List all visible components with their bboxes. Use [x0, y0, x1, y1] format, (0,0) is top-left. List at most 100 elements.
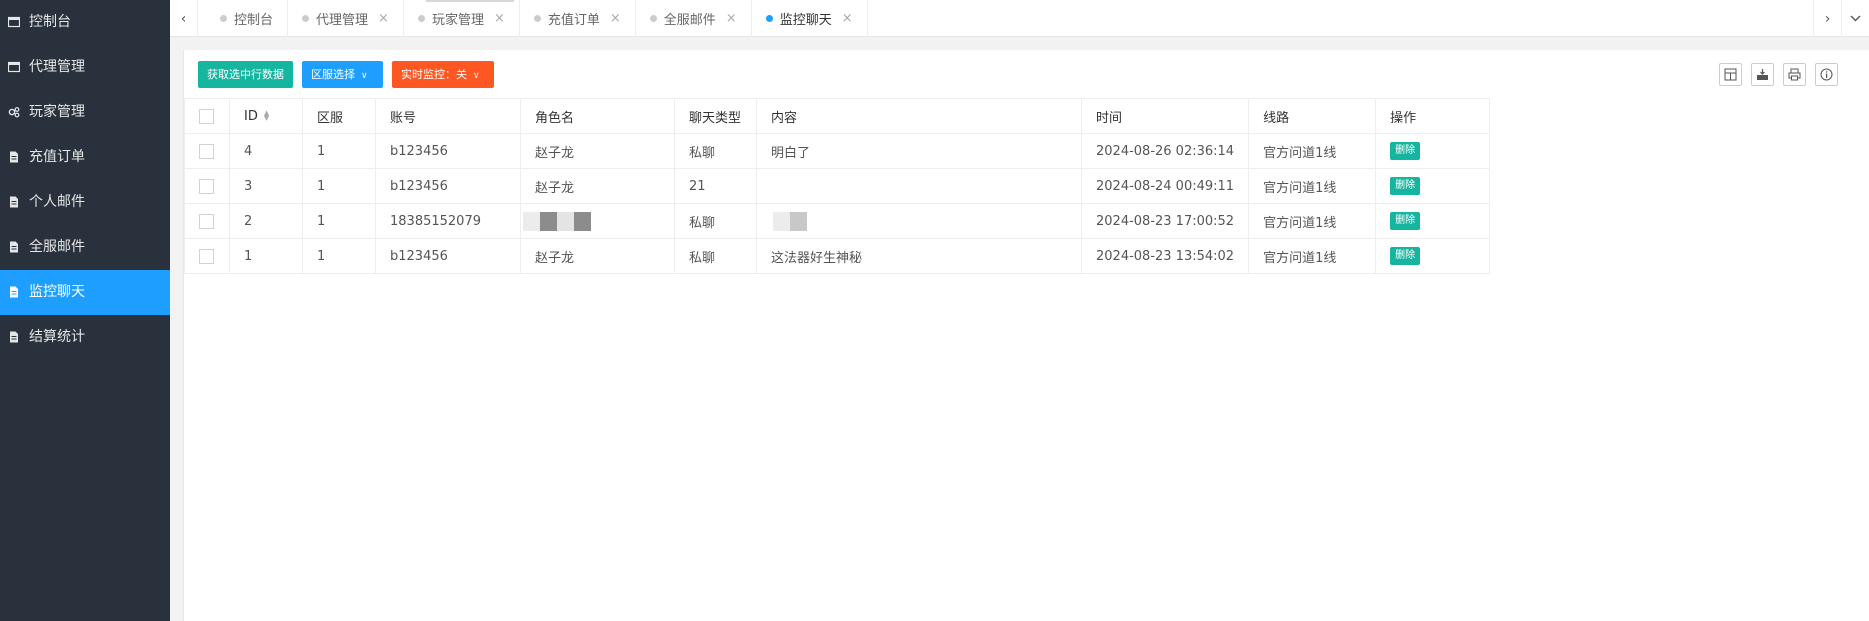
cell-chat-type: 21: [674, 168, 757, 204]
tab-agents[interactable]: 代理管理 ×: [288, 0, 404, 37]
cell-server: 1: [302, 238, 376, 274]
sidebar-item-personal-mail[interactable]: 个人邮件: [0, 180, 170, 225]
delete-button[interactable]: 删除: [1390, 177, 1421, 195]
file-icon: [8, 286, 20, 298]
row-select-cell: [184, 133, 230, 169]
tab-console[interactable]: 控制台: [206, 0, 289, 37]
sidebar-item-chat-monitor[interactable]: 监控聊天: [0, 270, 170, 315]
select-all-checkbox[interactable]: [199, 108, 214, 124]
info-icon[interactable]: [1815, 63, 1838, 86]
cell-content: 明白了: [756, 133, 1082, 169]
tab-dot-icon: [220, 15, 227, 22]
row-checkbox[interactable]: [199, 213, 214, 229]
row-select-cell: [184, 203, 230, 239]
delete-button[interactable]: 删除: [1390, 212, 1421, 230]
sidebar-item-server-mail[interactable]: 全服邮件: [0, 225, 170, 270]
close-icon[interactable]: ×: [610, 11, 621, 26]
header-id[interactable]: ID ▲ ▼: [229, 98, 303, 134]
sidebar-item-agents[interactable]: 代理管理: [0, 45, 170, 90]
cell-server: 1: [302, 203, 376, 239]
cell-action: 删除: [1375, 168, 1491, 204]
table-toolbar: 获取选中行数据 区服选择 ∨ 实时监控：关 ∨: [184, 50, 1869, 98]
server-select-label: 区服选择: [311, 68, 355, 81]
cell-line: 官方问道1线: [1248, 168, 1377, 204]
chevron-down-icon: ∨: [361, 71, 368, 81]
select-all-cell: [184, 98, 230, 134]
chevron-down-icon: [1850, 15, 1861, 22]
columns-filter-icon[interactable]: [1719, 63, 1742, 86]
tab-chat-monitor[interactable]: 监控聊天 ×: [752, 0, 868, 37]
row-checkbox[interactable]: [199, 248, 214, 264]
cell-server: 1: [302, 168, 376, 204]
cell-content: 这法器好生神秘: [756, 238, 1082, 274]
sidebar: 控制台 代理管理 玩家管理 充值订单 个人邮件 全服邮件 监控聊天 结算统计: [0, 0, 170, 621]
pixelated-mask: [523, 211, 540, 231]
close-icon[interactable]: ×: [494, 11, 505, 26]
header-server: 区服: [302, 98, 376, 134]
cell-content: [756, 203, 1082, 239]
tab-dot-icon: [649, 15, 657, 22]
table-row: 1 1 b123456 赵子龙 私聊 这法器好生神秘 2024-08-23 13…: [184, 238, 1491, 274]
table-header-row: ID ▲ ▼ 区服 账号 角色名 聊天类型 内容 时间 线路 操作: [184, 98, 1491, 134]
cell-server: 1: [302, 133, 376, 169]
cell-role-name: [520, 203, 675, 239]
cell-id: 4: [229, 133, 303, 169]
delete-button[interactable]: 删除: [1390, 247, 1421, 265]
cell-chat-type: 私聊: [674, 238, 757, 274]
sidebar-item-settlement-stats[interactable]: 结算统计: [0, 315, 170, 360]
cell-account: b123456: [375, 133, 521, 169]
gears-icon: [8, 106, 20, 118]
row-checkbox[interactable]: [199, 143, 214, 159]
tab-dot-icon: [533, 15, 541, 22]
sidebar-item-label: 玩家管理: [29, 104, 85, 120]
pixelated-mask: [557, 211, 574, 231]
tab-recharge-orders[interactable]: 充值订单 ×: [520, 0, 636, 37]
delete-button[interactable]: 删除: [1390, 142, 1421, 160]
sidebar-item-label: 代理管理: [29, 59, 85, 75]
chevron-down-icon: ∨: [473, 71, 480, 81]
tab-list: 控制台 代理管理 × 玩家管理 × 充值订单 × 全服邮件 × 监控聊天 ×: [206, 0, 868, 37]
cell-line: 官方问道1线: [1248, 133, 1377, 169]
cell-action: 删除: [1375, 238, 1491, 274]
tabs-scroll-right-button[interactable]: ›: [1813, 0, 1841, 37]
sidebar-item-players[interactable]: 玩家管理: [0, 90, 170, 135]
cell-id: 2: [229, 203, 303, 239]
row-checkbox[interactable]: [199, 178, 214, 194]
tab-dot-icon: [417, 15, 425, 22]
header-action: 操作: [1375, 98, 1491, 134]
cell-line: 官方问道1线: [1248, 203, 1377, 239]
cell-action: 删除: [1375, 133, 1491, 169]
get-selected-rows-button[interactable]: 获取选中行数据: [198, 61, 293, 88]
sidebar-item-label: 结算统计: [29, 329, 85, 345]
file-icon: [8, 196, 20, 208]
cell-time: 2024-08-23 13:54:02: [1080, 238, 1250, 274]
tab-bar: ‹ 控制台 代理管理 × 玩家管理 × 充值订单 × 全服邮件 × 监控聊天 ×…: [170, 0, 1869, 37]
close-icon[interactable]: ×: [726, 11, 737, 26]
sidebar-item-console[interactable]: 控制台: [0, 0, 170, 45]
tab-server-mail[interactable]: 全服邮件 ×: [636, 0, 752, 37]
live-monitor-button[interactable]: 实时监控：关 ∨: [392, 61, 494, 88]
cell-id: 1: [229, 238, 303, 274]
cell-action: 删除: [1375, 203, 1491, 239]
cell-chat-type: 私聊: [674, 133, 757, 169]
chat-monitor-table: ID ▲ ▼ 区服 账号 角色名 聊天类型 内容 时间 线路 操作 4 1 b123…: [184, 98, 1491, 274]
close-icon[interactable]: ×: [378, 11, 389, 26]
table-row: 4 1 b123456 赵子龙 私聊 明白了 2024-08-26 02:36:…: [184, 133, 1491, 169]
cell-role-name: 赵子龙: [520, 168, 675, 204]
close-icon[interactable]: ×: [842, 11, 853, 26]
pixelated-mask: [790, 211, 807, 231]
print-icon[interactable]: [1783, 63, 1806, 86]
tab-label: 全服邮件: [663, 13, 716, 28]
tabs-scroll-left-button[interactable]: ‹: [170, 0, 198, 37]
sort-icon[interactable]: ▲ ▼: [264, 110, 269, 122]
table-row: 3 1 b123456 赵子龙 21 2024-08-24 00:49:11 官…: [184, 168, 1491, 204]
tabs-menu-button[interactable]: [1841, 0, 1869, 37]
tab-players[interactable]: 玩家管理 ×: [404, 0, 520, 37]
server-select-button[interactable]: 区服选择 ∨: [302, 61, 383, 88]
export-icon[interactable]: [1751, 63, 1774, 86]
header-account: 账号: [375, 98, 521, 134]
cell-line: 官方问道1线: [1248, 238, 1377, 274]
sidebar-item-recharge-orders[interactable]: 充值订单: [0, 135, 170, 180]
cell-time: 2024-08-23 17:00:52: [1080, 203, 1250, 239]
cell-role-name: 赵子龙: [520, 133, 675, 169]
